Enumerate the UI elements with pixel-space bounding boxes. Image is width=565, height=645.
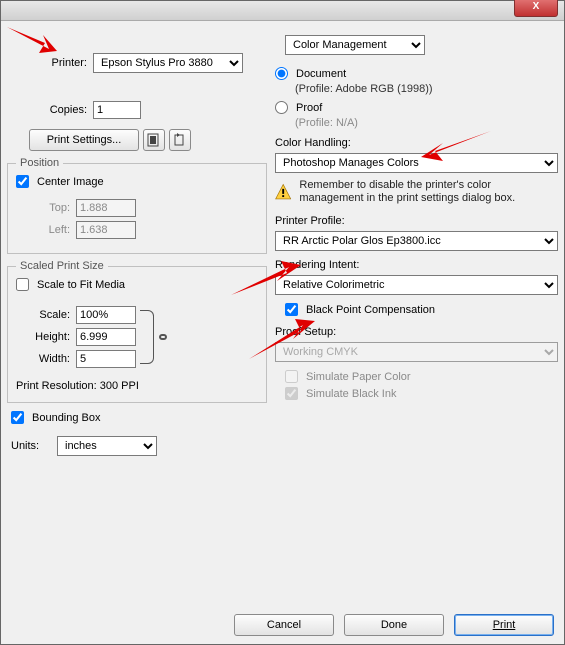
simulate-black-label: Simulate Black Ink [306, 388, 396, 400]
center-image-checkbox[interactable]: Center Image [16, 175, 104, 188]
warning-text: Remember to disable the printer's color … [299, 179, 558, 205]
page-layout-icon [147, 133, 161, 147]
proof-setup-label: Proof Setup: [275, 326, 558, 338]
rendering-intent-label: Rendering Intent: [275, 259, 558, 271]
simulate-black-checkbox: Simulate Black Ink [285, 387, 558, 400]
width-label: Width: [16, 353, 70, 365]
left-input [76, 221, 136, 239]
left-label: Left: [16, 224, 70, 236]
simulate-paper-label: Simulate Paper Color [306, 371, 411, 383]
print-dialog: X Printer: Epson Stylus Pro 3880 Copies:… [0, 0, 565, 645]
printer-select[interactable]: Epson Stylus Pro 3880 [93, 53, 243, 73]
top-label: Top: [16, 202, 70, 214]
position-legend: Position [16, 157, 63, 169]
copies-label: Copies: [43, 104, 87, 116]
color-handling-label: Color Handling: [275, 137, 558, 149]
printer-profile-label: Printer Profile: [275, 215, 558, 227]
done-button[interactable]: Done [344, 614, 444, 636]
height-input[interactable] [76, 328, 136, 346]
scale-label: Scale: [16, 309, 70, 321]
position-group: Position Center Image Top: Left: [7, 157, 267, 254]
print-settings-button[interactable]: Print Settings... [29, 129, 139, 151]
units-select[interactable]: inches [57, 436, 157, 456]
copies-input[interactable] [93, 101, 141, 119]
close-button[interactable]: X [514, 0, 558, 17]
print-button-label: Print [493, 619, 516, 631]
color-handling-select[interactable]: Photoshop Manages Colors [275, 153, 558, 173]
scale-input[interactable] [76, 306, 136, 324]
titlebar: X [1, 1, 564, 21]
document-radio[interactable]: Document [275, 67, 346, 80]
bounding-box-checkbox[interactable]: Bounding Box [11, 411, 267, 424]
proof-radio-label: Proof [296, 102, 322, 114]
document-radio-label: Document [296, 68, 346, 80]
black-point-label: Black Point Compensation [306, 304, 435, 316]
rendering-intent-select[interactable]: Relative Colorimetric [275, 275, 558, 295]
page-rotate-icon [173, 133, 187, 147]
units-label: Units: [11, 440, 51, 452]
top-input [76, 199, 136, 217]
warning-icon [275, 179, 291, 205]
bounding-box-label: Bounding Box [32, 412, 101, 424]
scale-to-fit-checkbox[interactable]: Scale to Fit Media [16, 278, 125, 291]
print-button[interactable]: Print [454, 614, 554, 636]
cancel-button[interactable]: Cancel [234, 614, 334, 636]
document-profile-text: (Profile: Adobe RGB (1998)) [295, 83, 558, 95]
link-bracket [140, 310, 154, 364]
page-rotate-icon-button[interactable] [169, 129, 191, 151]
simulate-paper-checkbox: Simulate Paper Color [285, 370, 558, 383]
scale-to-fit-label: Scale to Fit Media [37, 279, 125, 291]
color-management-dropdown[interactable]: Color Management [285, 35, 425, 55]
proof-radio[interactable]: Proof [275, 101, 322, 114]
print-resolution-text: Print Resolution: 300 PPI [16, 380, 258, 392]
printer-label: Printer: [43, 57, 87, 69]
height-label: Height: [16, 331, 70, 343]
proof-profile-text: (Profile: N/A) [295, 117, 558, 129]
link-icon[interactable] [157, 331, 169, 346]
proof-setup-select: Working CMYK [275, 342, 558, 362]
width-input[interactable] [76, 350, 136, 368]
printer-profile-select[interactable]: RR Arctic Polar Glos Ep3800.icc [275, 231, 558, 251]
scaled-print-size-group: Scaled Print Size Scale to Fit Media Sca… [7, 260, 267, 403]
black-point-checkbox[interactable]: Black Point Compensation [285, 303, 558, 316]
scaled-legend: Scaled Print Size [16, 260, 108, 272]
center-image-label: Center Image [37, 176, 104, 188]
page-layout-icon-button[interactable] [143, 129, 165, 151]
